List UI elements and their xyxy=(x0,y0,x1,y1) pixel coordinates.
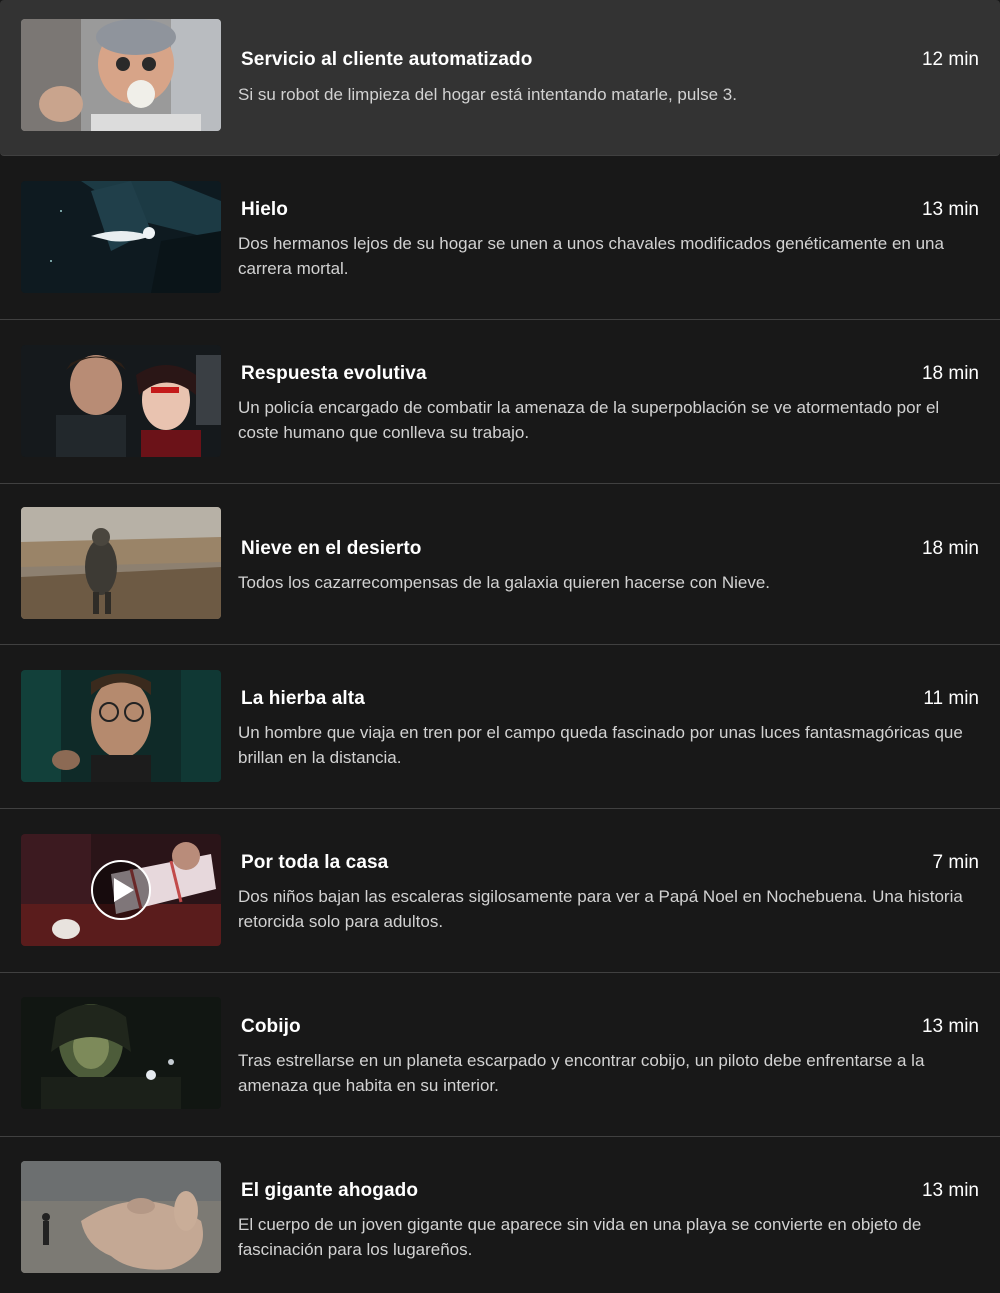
episode-row[interactable]: Nieve en el desierto 18 min Todos los ca… xyxy=(0,484,1000,645)
episode-description: Dos niños bajan las escaleras sigilosame… xyxy=(238,887,963,931)
episode-thumbnail[interactable] xyxy=(21,19,221,131)
episode-row[interactable]: Cobijo 13 min Tras estrellarse en un pla… xyxy=(0,973,1000,1137)
episode-duration: 13 min xyxy=(921,1016,979,1037)
play-icon xyxy=(114,878,134,902)
episode-thumbnail[interactable] xyxy=(21,181,221,293)
play-button[interactable] xyxy=(91,860,151,920)
episode-thumbnail[interactable] xyxy=(21,997,221,1109)
episode-title: Hielo xyxy=(241,199,288,220)
episode-title: La hierba alta xyxy=(241,688,365,709)
episode-list: Servicio al cliente automatizado 12 min … xyxy=(0,0,1000,1293)
episode-title: Servicio al cliente automatizado xyxy=(241,49,533,70)
episode-row[interactable]: Servicio al cliente automatizado 12 min … xyxy=(0,0,1000,156)
episode-row[interactable]: Hielo 13 min Dos hermanos lejos de su ho… xyxy=(0,156,1000,320)
episode-description: Si su robot de limpieza del hogar está i… xyxy=(238,85,737,104)
thumbnail-image xyxy=(21,997,221,1109)
episode-thumbnail[interactable] xyxy=(21,834,221,946)
episode-row[interactable]: Por toda la casa 7 min Dos niños bajan l… xyxy=(0,809,1000,973)
episode-title: Por toda la casa xyxy=(241,852,389,873)
thumbnail-image xyxy=(21,507,221,619)
episode-thumbnail[interactable] xyxy=(21,1161,221,1273)
episode-description: Un hombre que viaja en tren por el campo… xyxy=(238,723,963,767)
episode-row[interactable]: La hierba alta 11 min Un hombre que viaj… xyxy=(0,645,1000,809)
episode-duration: 7 min xyxy=(932,852,979,873)
episode-description: El cuerpo de un joven gigante que aparec… xyxy=(238,1215,922,1259)
thumbnail-image xyxy=(21,1161,221,1273)
thumbnail-image xyxy=(21,345,221,457)
episode-title: Nieve en el desierto xyxy=(241,538,422,559)
episode-duration: 13 min xyxy=(921,199,979,220)
thumbnail-image xyxy=(21,19,221,131)
episode-duration: 11 min xyxy=(923,688,979,709)
episode-row[interactable]: Respuesta evolutiva 18 min Un policía en… xyxy=(0,320,1000,484)
episode-title: El gigante ahogado xyxy=(241,1180,419,1201)
episode-duration: 18 min xyxy=(921,363,979,384)
episode-duration: 18 min xyxy=(921,538,979,559)
episode-thumbnail[interactable] xyxy=(21,507,221,619)
thumbnail-image xyxy=(21,181,221,293)
episode-duration: 13 min xyxy=(921,1180,979,1201)
episode-duration: 12 min xyxy=(921,49,979,70)
episode-thumbnail[interactable] xyxy=(21,345,221,457)
episode-description: Tras estrellarse en un planeta escarpado… xyxy=(238,1051,925,1095)
episode-description: Un policía encargado de combatir la amen… xyxy=(238,398,940,442)
episode-description: Todos los cazarrecompensas de la galaxia… xyxy=(238,573,771,592)
episode-row[interactable]: El gigante ahogado 13 min El cuerpo de u… xyxy=(0,1137,1000,1293)
thumbnail-image xyxy=(21,670,221,782)
episode-thumbnail[interactable] xyxy=(21,670,221,782)
episode-title: Cobijo xyxy=(241,1016,301,1037)
episode-description: Dos hermanos lejos de su hogar se unen a… xyxy=(238,234,944,278)
episode-title: Respuesta evolutiva xyxy=(241,363,427,384)
